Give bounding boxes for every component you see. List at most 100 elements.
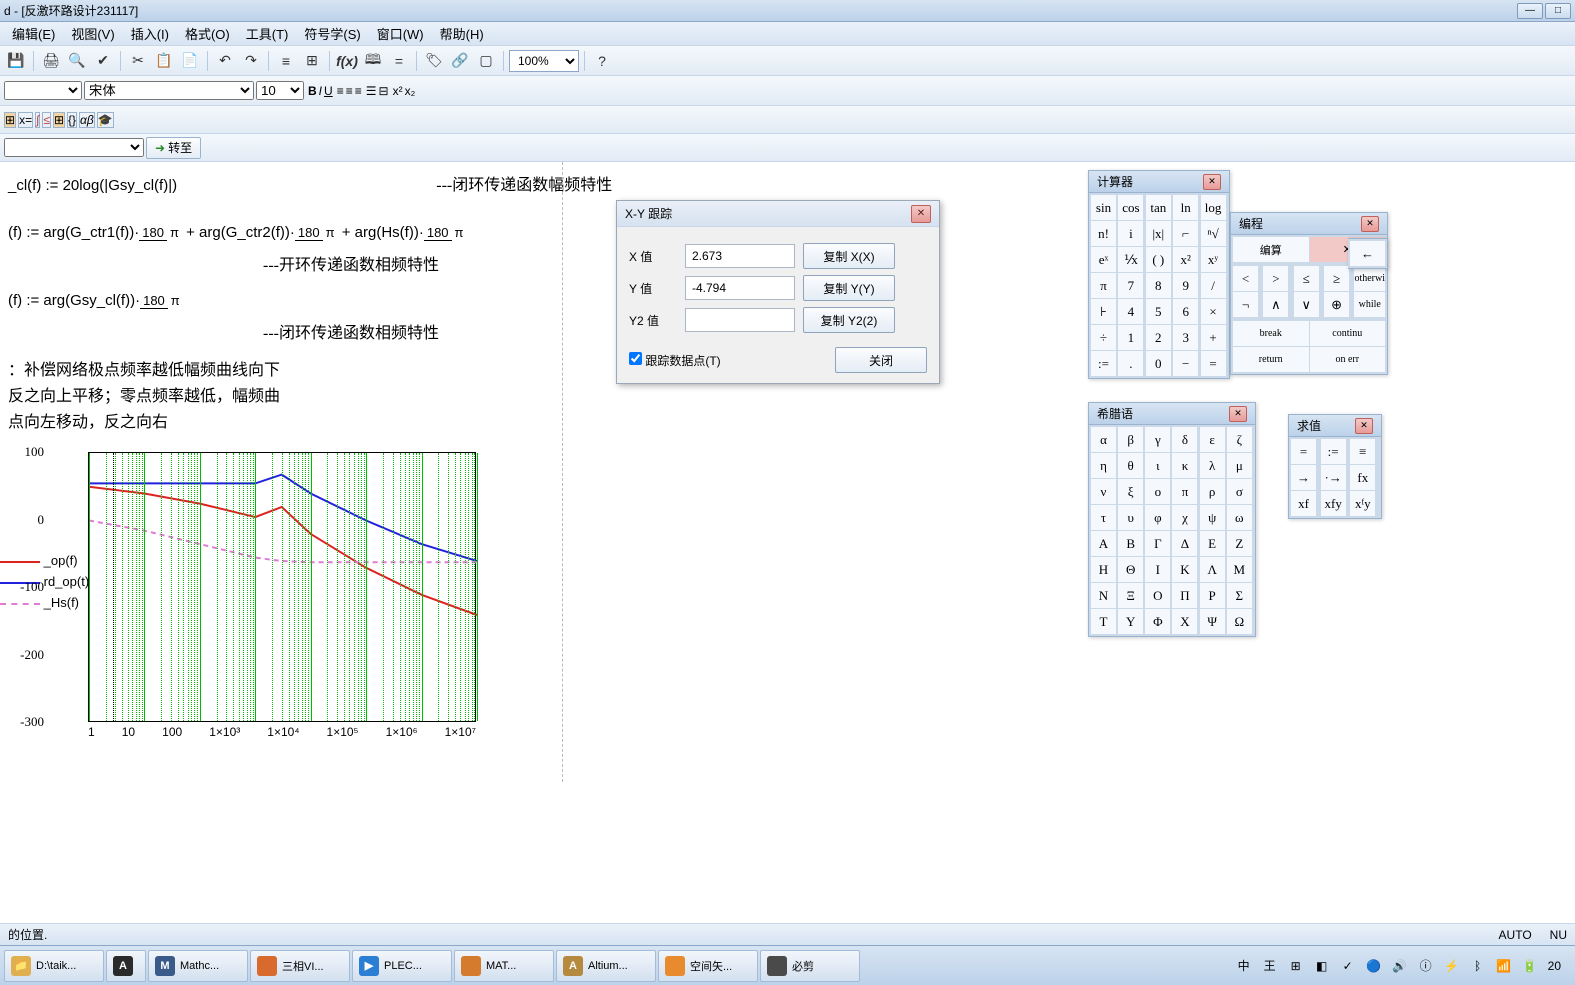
palette-cell[interactable]: Ι bbox=[1145, 557, 1170, 582]
tray-icon[interactable]: 📶 bbox=[1496, 958, 1512, 974]
palette-cell[interactable]: Ο bbox=[1145, 583, 1170, 608]
tray-icon[interactable]: ⓘ bbox=[1418, 958, 1434, 974]
palette-cell[interactable]: cos bbox=[1118, 195, 1143, 220]
close-icon[interactable]: ✕ bbox=[1361, 216, 1379, 232]
palette-cell[interactable]: 7 bbox=[1118, 273, 1143, 298]
palette-cell[interactable]: φ bbox=[1145, 505, 1170, 530]
palette-cell[interactable]: Β bbox=[1118, 531, 1143, 556]
underline-icon[interactable]: U bbox=[324, 84, 333, 98]
palette-cell[interactable]: α bbox=[1091, 427, 1116, 452]
taskbar-item[interactable]: AAltium... bbox=[556, 950, 656, 982]
palette-cell[interactable]: ξ bbox=[1118, 479, 1143, 504]
palette-cell[interactable]: − bbox=[1173, 351, 1198, 376]
menu-view[interactable]: 视图(V) bbox=[63, 22, 122, 45]
save-icon[interactable]: 💾 bbox=[4, 49, 28, 73]
palette-cell[interactable]: / bbox=[1201, 273, 1226, 298]
palette-cell[interactable]: xf bbox=[1291, 491, 1316, 516]
tray-icon[interactable]: ⚡ bbox=[1444, 958, 1460, 974]
palette-cell[interactable]: n! bbox=[1091, 221, 1116, 246]
greek-palette[interactable]: 希腊语✕ αβγδεζηθικλμνξοπρστυφχψωΑΒΓΔΕΖΗΘΙΚΛ… bbox=[1088, 402, 1256, 637]
palette-cell[interactable]: Π bbox=[1172, 583, 1197, 608]
palette-cell[interactable]: ε bbox=[1200, 427, 1225, 452]
paste-icon[interactable]: 📄 bbox=[178, 49, 202, 73]
graph-icon[interactable]: ⊞ bbox=[53, 112, 65, 128]
palette-cell[interactable]: κ bbox=[1172, 453, 1197, 478]
align-center-icon[interactable]: ≡ bbox=[346, 84, 353, 98]
goto-select[interactable] bbox=[4, 138, 144, 157]
palette-cell[interactable]: 3 bbox=[1173, 325, 1198, 350]
tray-icon[interactable]: 🔵 bbox=[1366, 958, 1382, 974]
programming-palette-arrow[interactable]: ← bbox=[1348, 238, 1388, 269]
bold-icon[interactable]: B bbox=[308, 84, 317, 98]
palette-cell[interactable]: Τ bbox=[1091, 609, 1116, 634]
bullets-icon[interactable]: ☰ bbox=[366, 84, 377, 98]
copy-icon[interactable]: 📋 bbox=[152, 49, 176, 73]
palette-cell[interactable]: Μ bbox=[1227, 557, 1252, 582]
calc-icon[interactable]: = bbox=[387, 49, 411, 73]
minimize-button[interactable]: — bbox=[1517, 3, 1543, 19]
palette-cell[interactable]: x² bbox=[1173, 247, 1198, 272]
palette-cell[interactable]: 0 bbox=[1146, 351, 1171, 376]
align-right-icon[interactable]: ≡ bbox=[355, 84, 362, 98]
xy-trace-dialog[interactable]: X-Y 跟踪 ✕ X 值 复制 X(X) Y 值 复制 Y(Y) Y2 值 复制… bbox=[616, 200, 940, 384]
palette-cell[interactable]: log bbox=[1201, 195, 1226, 220]
calculator-palette[interactable]: 计算器✕ sincostanlnlogn!i|x|⌐ⁿ√eˣ⅟x( )x²xʸπ… bbox=[1088, 170, 1230, 379]
palette-cell[interactable]: χ bbox=[1172, 505, 1197, 530]
palette-cell[interactable]: Α bbox=[1091, 531, 1116, 556]
menu-window[interactable]: 窗口(W) bbox=[369, 22, 432, 45]
palette-cell[interactable]: eˣ bbox=[1091, 247, 1116, 272]
palette-cell[interactable]: Κ bbox=[1172, 557, 1197, 582]
close-icon[interactable]: ✕ bbox=[1203, 174, 1221, 190]
palette-cell[interactable]: σ bbox=[1227, 479, 1252, 504]
palette-cell[interactable]: + bbox=[1201, 325, 1226, 350]
menu-tools[interactable]: 工具(T) bbox=[238, 22, 297, 45]
palette-cell[interactable]: i bbox=[1118, 221, 1143, 246]
align-icon[interactable]: ≡ bbox=[274, 49, 298, 73]
palette-cell[interactable]: ζ bbox=[1227, 427, 1252, 452]
palette-cell[interactable]: fx bbox=[1350, 465, 1375, 490]
subscript-icon[interactable]: x₂ bbox=[405, 84, 416, 98]
palette-cell[interactable]: 9 bbox=[1173, 273, 1198, 298]
palette-cell[interactable]: = bbox=[1291, 439, 1316, 464]
align2-icon[interactable]: ⊞ bbox=[300, 49, 324, 73]
palette-cell[interactable]: 5 bbox=[1146, 299, 1171, 324]
palette-cell[interactable]: ⊦ bbox=[1091, 299, 1116, 324]
palette-cell[interactable]: θ bbox=[1118, 453, 1143, 478]
palette-cell[interactable]: xᶠy bbox=[1350, 491, 1375, 516]
x-value-input[interactable] bbox=[685, 244, 795, 268]
fx-icon[interactable]: f(x) bbox=[335, 49, 359, 73]
close-icon[interactable]: ✕ bbox=[1229, 406, 1247, 422]
tray-icon[interactable]: ⊞ bbox=[1288, 958, 1304, 974]
copy-x-button[interactable]: 复制 X(X) bbox=[803, 243, 895, 269]
y-value-input[interactable] bbox=[685, 276, 795, 300]
symbolic-icon[interactable]: 🎓 bbox=[97, 112, 114, 128]
prog-icon[interactable]: {} bbox=[67, 112, 77, 128]
palette-cell[interactable]: sin bbox=[1091, 195, 1116, 220]
palette-cell[interactable]: Ω bbox=[1227, 609, 1252, 634]
undo-icon[interactable]: ↶ bbox=[213, 49, 237, 73]
menu-edit[interactable]: 编辑(E) bbox=[4, 22, 63, 45]
taskbar-item[interactable]: 必剪 bbox=[760, 950, 860, 982]
palette-cell[interactable]: ⌐ bbox=[1173, 221, 1198, 246]
tray-icon[interactable]: 🔊 bbox=[1392, 958, 1408, 974]
palette-cell[interactable]: ⅟x bbox=[1118, 247, 1143, 272]
palette-cell[interactable]: Χ bbox=[1172, 609, 1197, 634]
dialog-close-icon[interactable]: ✕ bbox=[911, 205, 931, 223]
palette-cell[interactable]: xʸ bbox=[1201, 247, 1226, 272]
font-family-select[interactable]: 宋体 bbox=[84, 81, 254, 100]
palette-cell[interactable]: μ bbox=[1227, 453, 1252, 478]
tray-icon[interactable]: ✓ bbox=[1340, 958, 1356, 974]
tray-icon[interactable]: 中 bbox=[1236, 958, 1252, 974]
palette-cell[interactable]: υ bbox=[1118, 505, 1143, 530]
tray-icon[interactable]: 🔋 bbox=[1522, 958, 1538, 974]
palette-cell[interactable]: tan bbox=[1146, 195, 1171, 220]
math-expr-1[interactable]: _cl(f) := 20log(|Gsy_cl(f)|) bbox=[8, 177, 177, 194]
palette-cell[interactable]: Θ bbox=[1118, 557, 1143, 582]
palette-cell[interactable]: ·→ bbox=[1321, 465, 1346, 490]
taskbar-item[interactable]: 三相VI... bbox=[250, 950, 350, 982]
tray-icon[interactable]: 王 bbox=[1262, 958, 1278, 974]
palette-cell[interactable]: Ν bbox=[1091, 583, 1116, 608]
palette-cell[interactable]: ρ bbox=[1200, 479, 1225, 504]
taskbar-item[interactable]: MMathc... bbox=[148, 950, 248, 982]
menu-format[interactable]: 格式(O) bbox=[177, 22, 238, 45]
